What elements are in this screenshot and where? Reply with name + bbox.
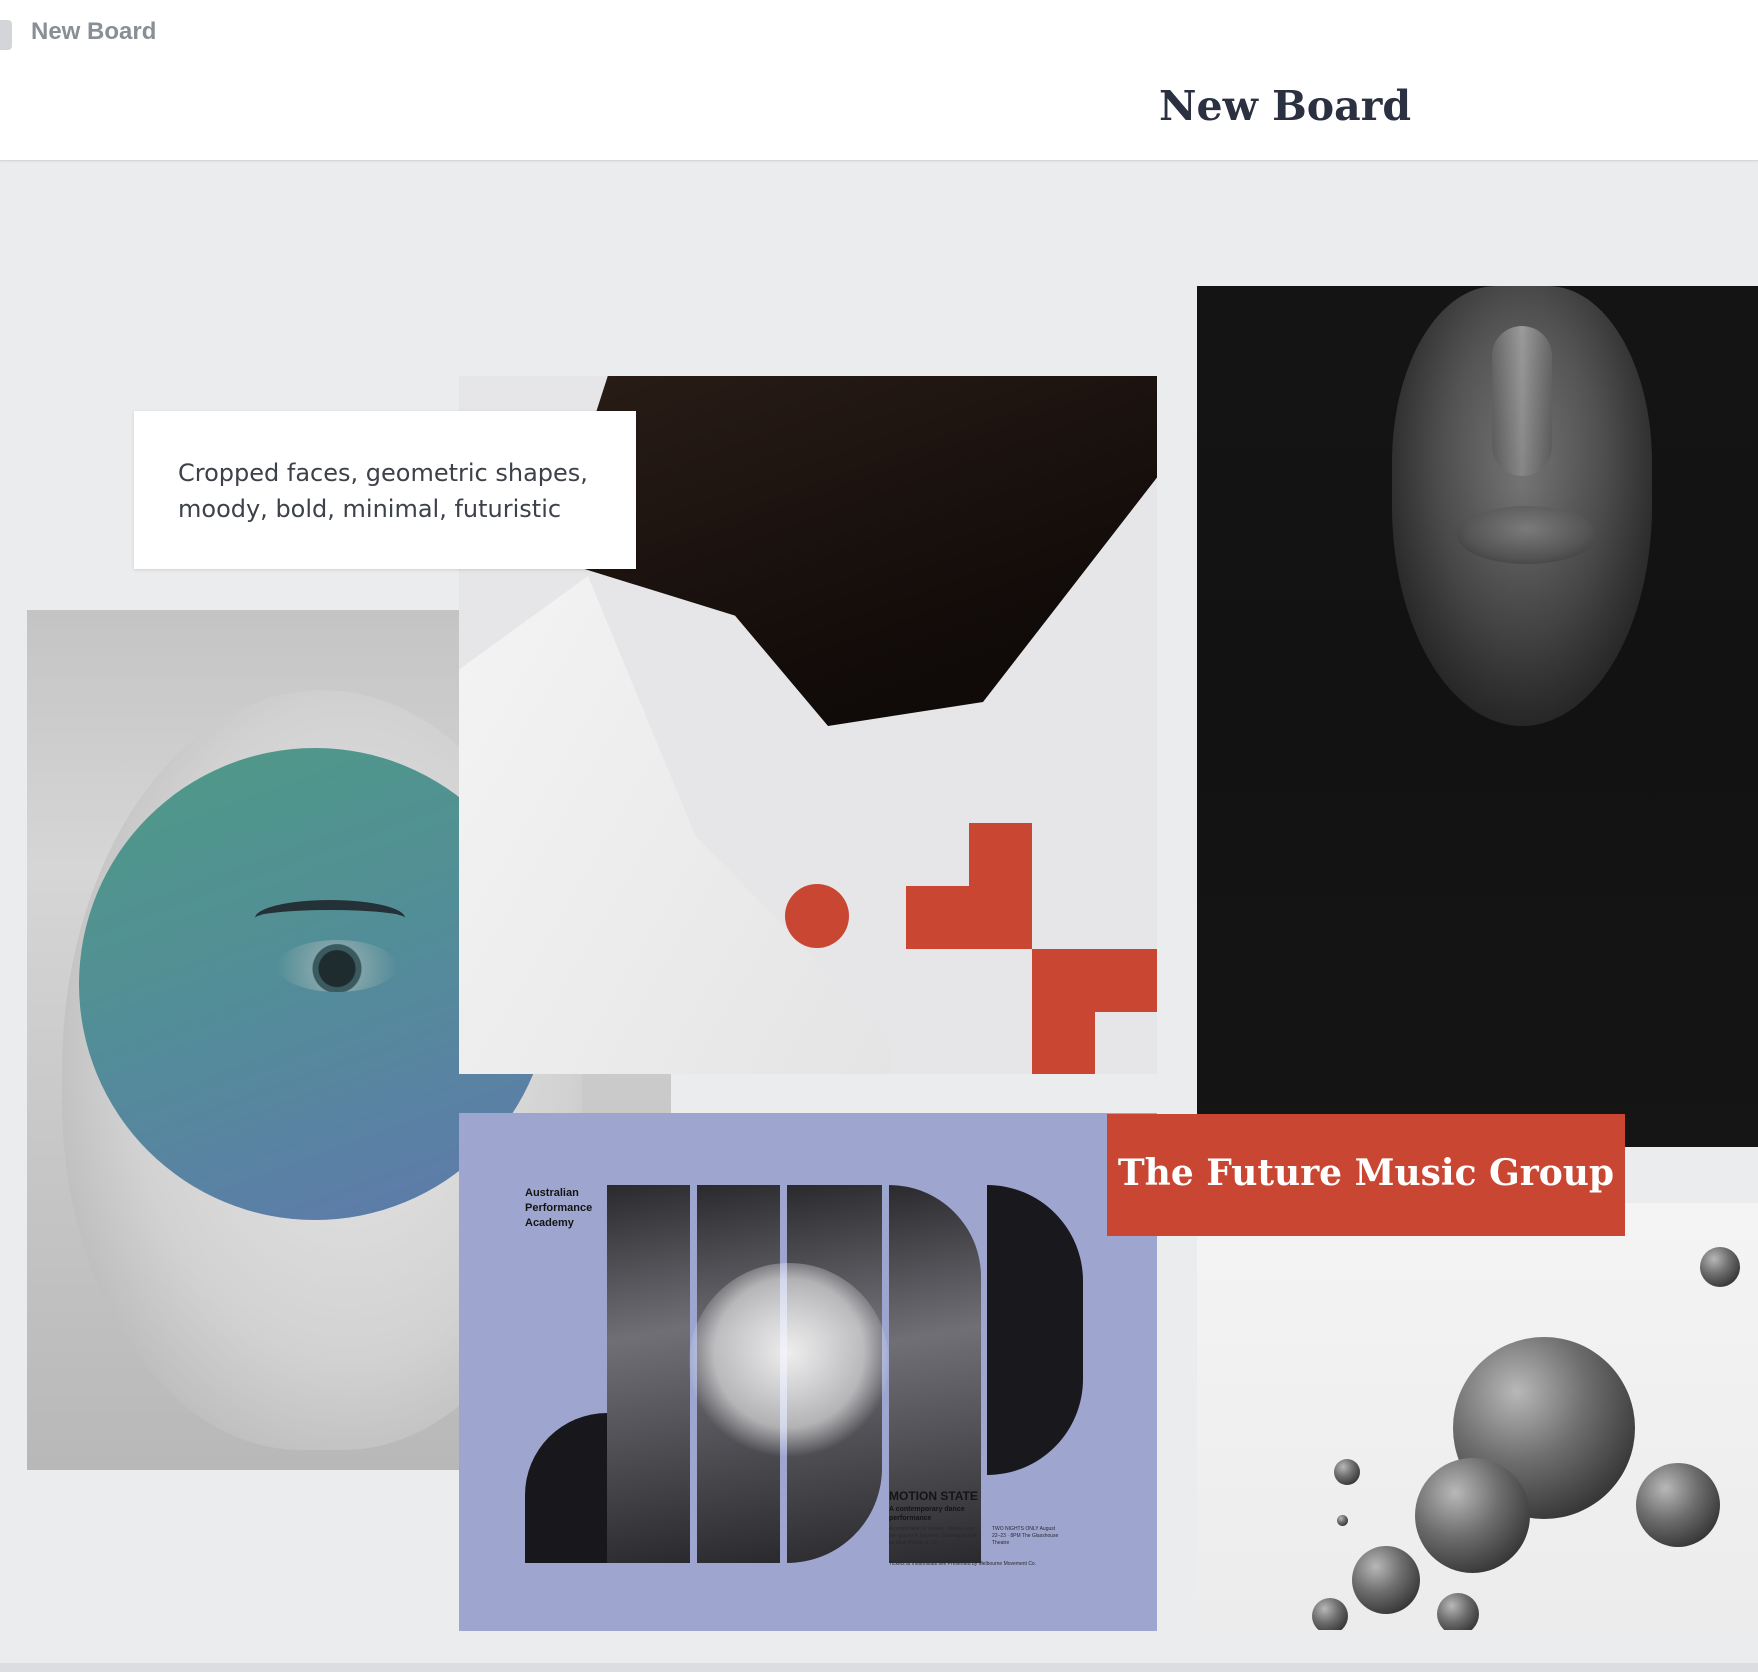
image-card-dance-poster[interactable]: Australian Performance Academy MOTION ST… — [459, 1113, 1157, 1631]
poster-face — [689, 1263, 889, 1463]
sphere — [1334, 1459, 1360, 1485]
red-step-shape-1 — [906, 823, 1032, 949]
red-step-shape-2 — [1032, 949, 1157, 1074]
sphere — [1352, 1546, 1420, 1614]
eyebrow — [255, 900, 405, 936]
poster-strip — [987, 1185, 1083, 1475]
image-card-spheres[interactable] — [1197, 1203, 1758, 1630]
image-card-hooded-woman[interactable] — [1197, 286, 1758, 1147]
sphere — [1700, 1247, 1740, 1287]
red-dot-shape — [785, 884, 849, 948]
poster-strip — [607, 1185, 690, 1563]
poster-dates: TWO NIGHTS ONLY August 22–23 · 8PM The G… — [992, 1526, 1059, 1546]
poster-footer: Tickets at motionstate.live Presented by… — [889, 1561, 1037, 1567]
hood-shadow — [1197, 286, 1758, 1147]
top-bar: New Board New Board — [0, 0, 1758, 161]
sphere — [1636, 1463, 1720, 1547]
eye — [277, 940, 397, 992]
board-title[interactable]: New Board — [1120, 82, 1450, 130]
label-card[interactable]: The Future Music Group — [1107, 1114, 1625, 1236]
poster-description: An exploration of tension, release, and … — [889, 1526, 977, 1546]
board-canvas[interactable]: Cropped faces, geometric shapes, moody, … — [0, 161, 1758, 1672]
sphere — [1437, 1593, 1479, 1630]
canvas-bottom-edge — [0, 1663, 1758, 1672]
poster-header: Australian Performance Academy — [525, 1187, 593, 1229]
poster-strip — [525, 1413, 607, 1563]
sphere — [1337, 1515, 1348, 1526]
sphere — [1312, 1598, 1348, 1630]
tab-handle-icon[interactable] — [0, 20, 12, 50]
poster-title: MOTION STATE — [889, 1489, 978, 1503]
note-card[interactable]: Cropped faces, geometric shapes, moody, … — [134, 411, 636, 569]
label-text[interactable]: The Future Music Group — [1107, 1152, 1625, 1194]
note-text[interactable]: Cropped faces, geometric shapes, moody, … — [178, 455, 618, 527]
sphere — [1415, 1458, 1530, 1573]
poster-subtitle: A contemporary dance performance — [889, 1506, 965, 1522]
tab-title[interactable]: New Board — [31, 18, 156, 46]
